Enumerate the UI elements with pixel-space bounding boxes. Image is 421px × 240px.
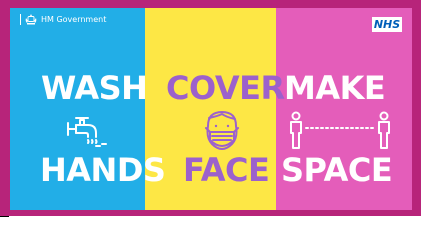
hm-government-logo: HM Government (20, 14, 106, 25)
tap-icon (66, 111, 114, 151)
space-word: SPACE (281, 151, 393, 189)
hm-government-label: HM Government (41, 14, 107, 24)
face-word: FACE (183, 151, 270, 189)
cover-word: COVER (166, 69, 285, 107)
hands-word: HANDS (40, 151, 166, 189)
logo-divider (20, 14, 21, 25)
edge-line (0, 216, 9, 217)
royal-crest-icon (25, 14, 37, 25)
distance-icon (288, 111, 392, 151)
campaign-poster: HM Government NHS WASH COVER MAKE HANDS … (0, 0, 421, 216)
nhs-logo: NHS (372, 17, 402, 32)
make-word: MAKE (284, 69, 386, 107)
wash-word: WASH (41, 69, 148, 107)
mask-face-icon (196, 108, 248, 152)
